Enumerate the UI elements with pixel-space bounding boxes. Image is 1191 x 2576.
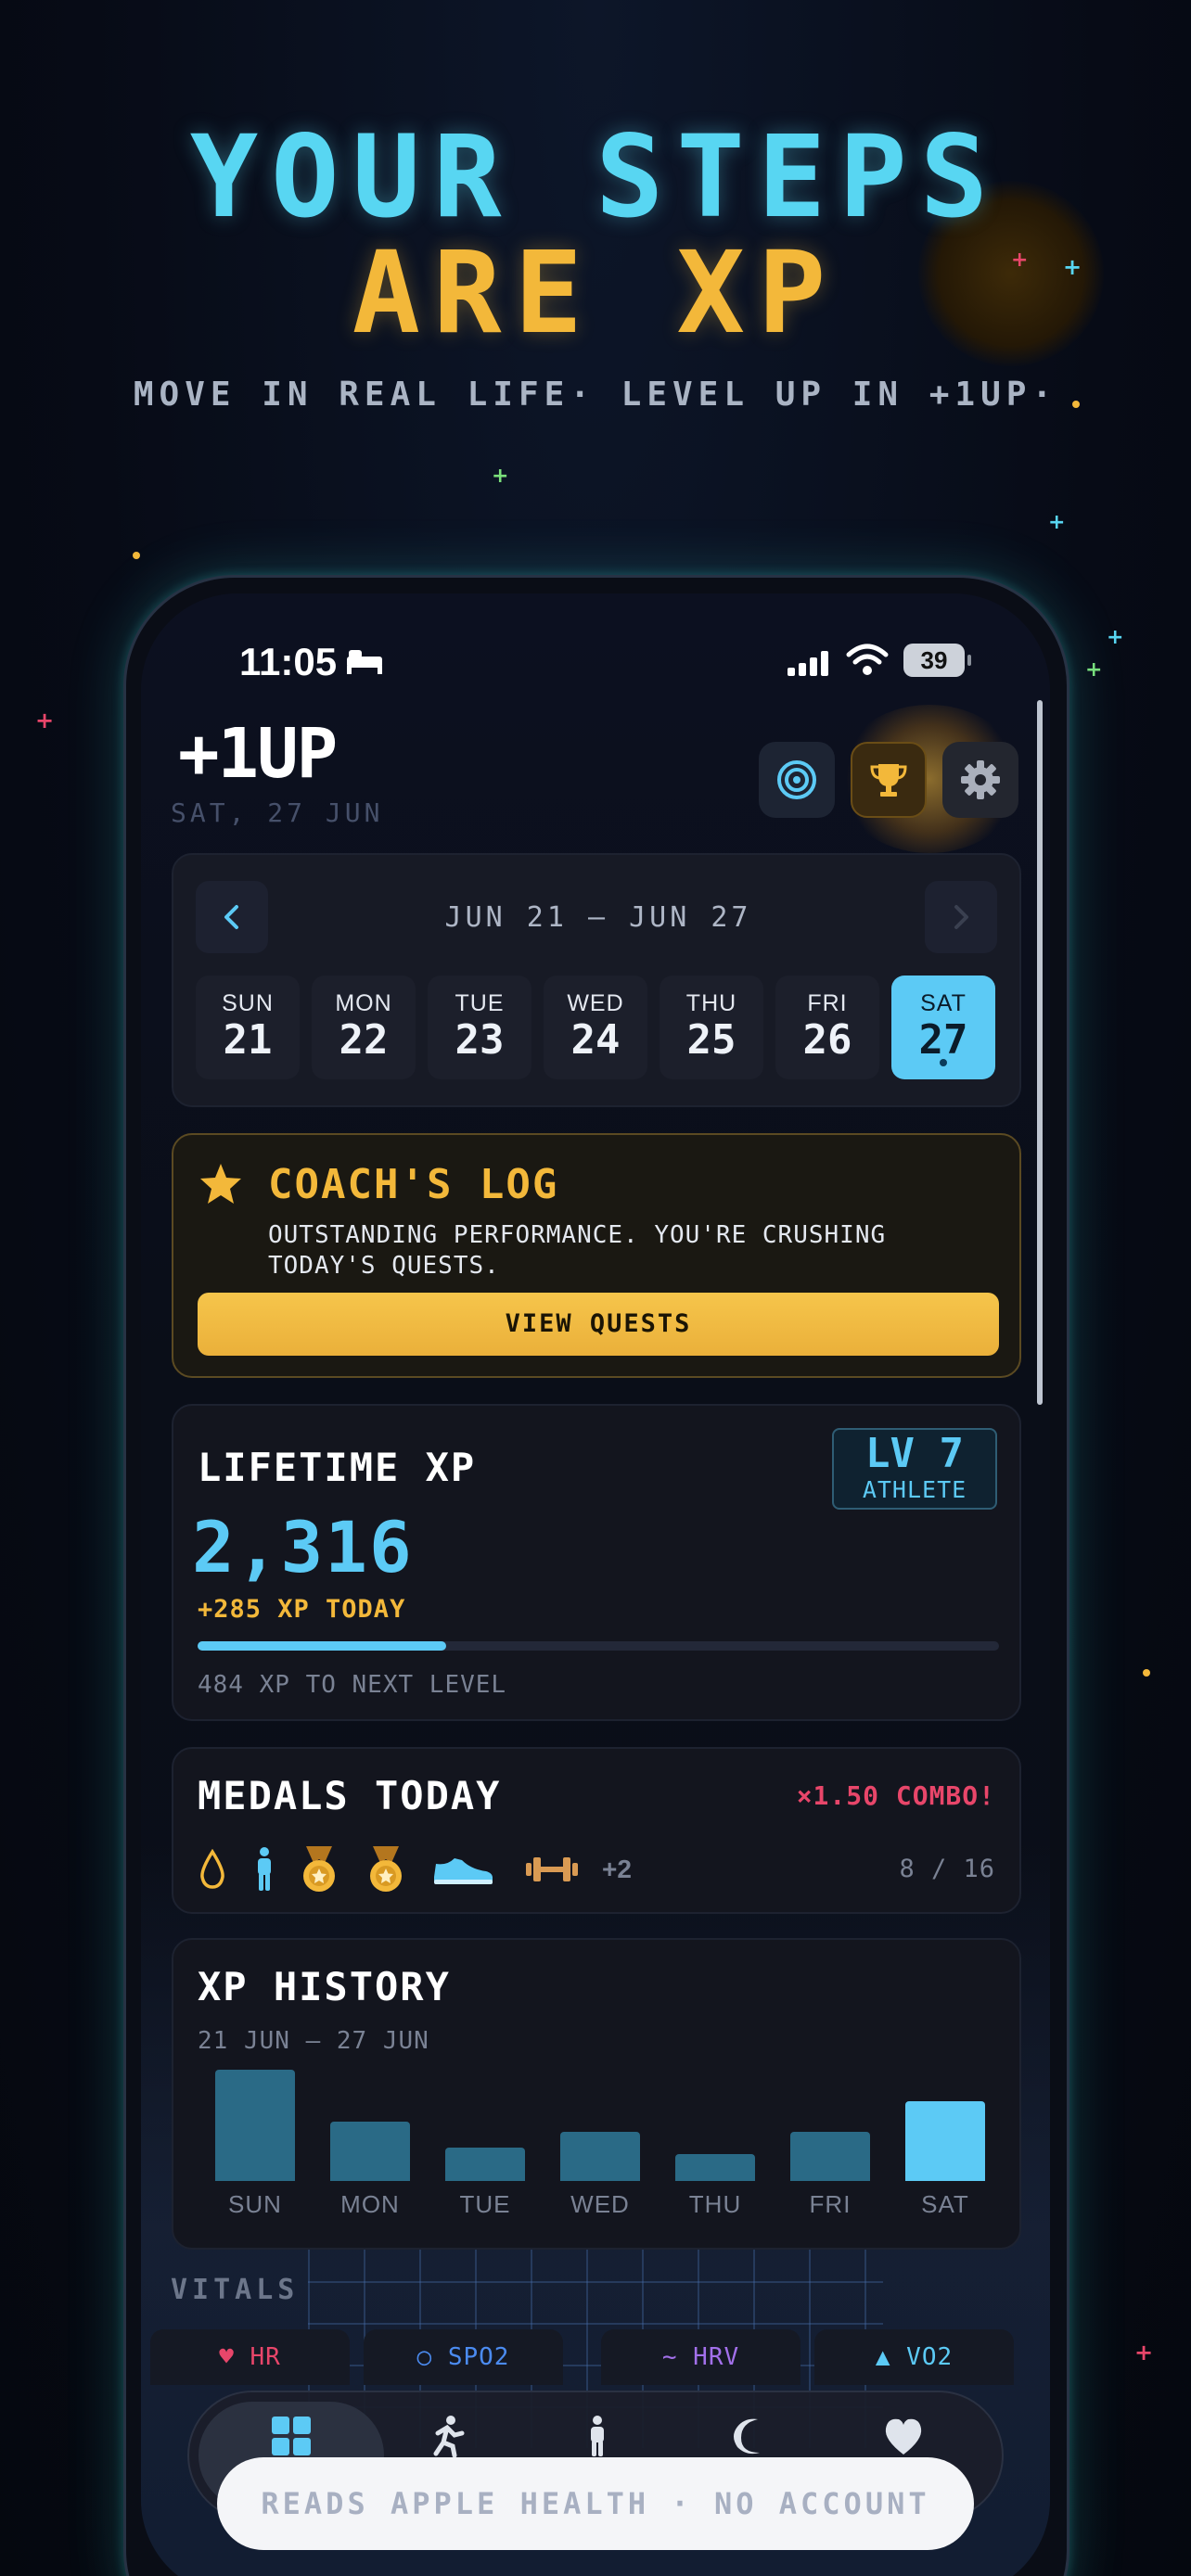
cellular-signal-icon	[788, 651, 828, 676]
view-quests-button[interactable]: VIEW QUESTS	[198, 1293, 999, 1356]
xp-today: +285 XP TODAY	[198, 1595, 406, 1624]
heart-tab-icon[interactable]	[880, 2413, 927, 2459]
xp-bar-sat	[905, 2100, 985, 2181]
coach-log-card: COACH'S LOG OUTSTANDING PERFORMANCE. YOU…	[172, 1133, 1021, 1378]
vitals-heading: VITALS	[171, 2274, 300, 2306]
hero-title-line2: ARE XP	[352, 227, 839, 359]
day-mon[interactable]: MON 22	[312, 976, 416, 1079]
goals-button[interactable]	[759, 742, 835, 818]
lifetime-xp-card: LIFETIME XP LV 7 ATHLETE 2,316 +285 XP T…	[172, 1404, 1021, 1721]
level-badge: LV 7 ATHLETE	[832, 1428, 997, 1510]
xp-bar-label-sun: SUN	[228, 2190, 282, 2218]
level-rank: ATHLETE	[862, 1476, 967, 1503]
day-thu[interactable]: THU 25	[660, 976, 763, 1079]
star-icon	[200, 1164, 241, 1204]
app-logo: +1UP	[178, 714, 338, 794]
phone-screen: 11:05 39 +1UP SAT, 27 JUN JUN 21 — JUN 2…	[141, 593, 1050, 2576]
gear-icon	[961, 760, 1000, 799]
battery-indicator: 39	[903, 644, 971, 677]
water-drop-icon	[196, 1843, 229, 1895]
day-wed[interactable]: WED 24	[544, 976, 647, 1079]
lifetime-xp-value: 2,316	[192, 1506, 414, 1588]
xp-bar-label-tue: TUE	[459, 2190, 511, 2218]
sneaker-icon	[429, 1843, 496, 1895]
xp-bar-tue	[445, 2148, 525, 2181]
sparkle-icon: +	[1048, 511, 1066, 534]
dumbbell-icon	[522, 1843, 582, 1895]
medal-icon	[363, 1843, 409, 1895]
activity-tab-icon[interactable]	[426, 2413, 472, 2459]
status-bar: 11:05 39	[141, 640, 1050, 695]
level-progress-bar	[198, 1641, 999, 1651]
xp-bar-label-fri: FRI	[809, 2190, 852, 2218]
xp-bar-fri	[790, 2132, 870, 2181]
week-range: JUN 21 — JUN 27	[444, 901, 752, 934]
xp-bar-label-wed: WED	[570, 2190, 630, 2218]
apple-health-footer-pill: READS APPLE HEALTH · NO ACCOUNT	[217, 2457, 974, 2550]
sparkle-icon: +	[35, 708, 55, 733]
medals-progress: 8 / 16	[899, 1855, 995, 1883]
coach-title: COACH'S LOG	[268, 1161, 559, 1208]
header-date: SAT, 27 JUN	[171, 797, 384, 828]
xp-bar-wed	[560, 2132, 640, 2181]
chevron-right-icon	[954, 905, 968, 929]
level-progress-fill	[198, 1641, 446, 1651]
status-time: 11:05	[239, 640, 338, 683]
lifetime-xp-title: LIFETIME XP	[198, 1445, 477, 1490]
target-icon	[777, 760, 816, 799]
trophy-icon	[870, 764, 907, 797]
xp-bar-mon	[330, 2122, 410, 2181]
sleep-tab-icon[interactable]	[727, 2413, 774, 2459]
vital-hrv-tab[interactable]: ~ HRV	[601, 2329, 800, 2385]
xp-history-title: XP HISTORY	[198, 1964, 451, 2009]
sparkle-icon: +	[492, 465, 509, 488]
level-value: LV 7	[865, 1430, 964, 1477]
vital-vo2-tab[interactable]: ▲ VO2	[814, 2329, 1014, 2385]
body-tab-icon[interactable]	[579, 2413, 616, 2459]
vital-hr-tab[interactable]: ♥ HR	[150, 2329, 350, 2385]
wifi-icon	[846, 644, 889, 675]
trophy-button[interactable]	[851, 742, 927, 818]
combo-multiplier: ×1.50 COMBO!	[796, 1780, 995, 1811]
xp-history-range: 21 JUN — 27 JUN	[198, 2027, 429, 2055]
sparkle-icon: +	[1107, 626, 1124, 649]
xp-bar-label-thu: THU	[688, 2190, 742, 2218]
day-fri[interactable]: FRI 26	[775, 976, 879, 1079]
person-standing-icon	[248, 1843, 281, 1895]
hero-title-line1: YOUR STEPS	[189, 111, 1002, 243]
medals-title: MEDALS TODAY	[198, 1773, 502, 1818]
sparkle-icon: +	[1134, 2340, 1154, 2366]
hero-tagline: MOVE IN REAL LIFE· LEVEL UP IN +1UP·	[133, 376, 1058, 414]
xp-history-chart	[198, 2070, 999, 2181]
xp-to-next-level: 484 XP TO NEXT LEVEL	[198, 1671, 507, 1699]
xp-history-card[interactable]: XP HISTORY 21 JUN — 27 JUN SUN MON TUE WED T…	[172, 1938, 1021, 2250]
week-navigator: JUN 21 — JUN 27 SUN 21 MON 22 TUE 23 WED 24 …	[172, 853, 1021, 1107]
vital-spo2-tab[interactable]: ○ SPO2	[364, 2329, 563, 2385]
sleep-bed-icon	[347, 650, 382, 674]
dashboard-tab-icon[interactable]	[268, 2413, 314, 2459]
day-sun[interactable]: SUN 21	[196, 976, 300, 1079]
day-tue[interactable]: TUE 23	[428, 976, 531, 1079]
medals-today-card[interactable]: MEDALS TODAY ×1.50 COMBO! +2 8 / 16	[172, 1747, 1021, 1914]
star-dot	[1143, 1669, 1150, 1677]
scrollbar[interactable]	[1037, 700, 1043, 1405]
more-medals-count: +2	[602, 1855, 632, 1883]
xp-bar-label-mon: MON	[340, 2190, 400, 2218]
medal-icon	[296, 1843, 342, 1895]
xp-bar-label-sat: SAT	[921, 2190, 969, 2218]
xp-bar-thu	[675, 2154, 755, 2181]
next-week-button[interactable]	[925, 881, 997, 953]
day-sat-selected[interactable]: SAT 27	[891, 976, 995, 1079]
coach-message: OUTSTANDING PERFORMANCE. YOU'RE CRUSHING…	[268, 1221, 887, 1280]
settings-button[interactable]	[942, 742, 1018, 818]
star-dot	[133, 552, 140, 559]
sparkle-icon: +	[1085, 658, 1103, 682]
xp-bar-sun	[215, 2070, 295, 2181]
